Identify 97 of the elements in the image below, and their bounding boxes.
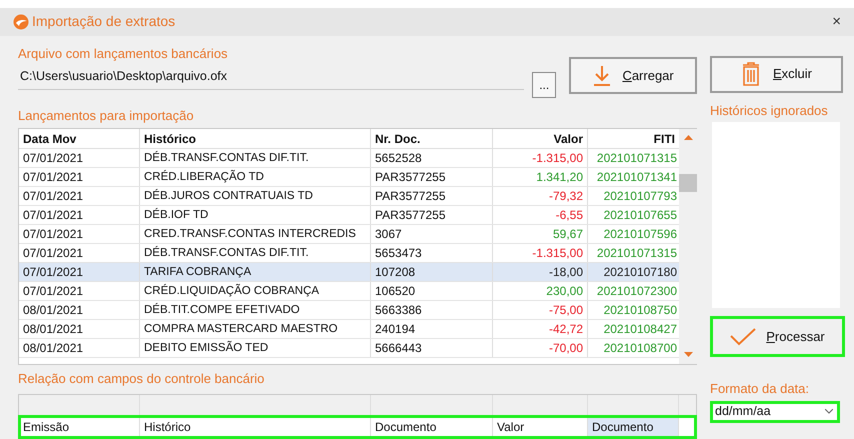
table-row[interactable]: 07/01/2021 DÉB.IOF TD PAR3577255 -6,55 20210107655	[19, 206, 679, 224]
table-cell: 07/01/2021	[19, 148, 140, 166]
column-header[interactable]: FITI	[588, 128, 679, 148]
table-cell: 07/01/2021	[19, 186, 140, 204]
table-row[interactable]: 07/01/2021 CRED.TRANSF.CONTAS INTERCREDIS 3067 59,67 20210107596	[19, 224, 679, 244]
table-row[interactable]: 07/01/2021 CRÉD.LIQUIDAÇÃO COBRANÇA 106520 230,00 202101072300	[19, 282, 679, 300]
table-cell: COMPRA MASTERCARD MAESTRO	[140, 320, 371, 338]
table-cell: 5666443	[371, 338, 493, 356]
close-button[interactable]: ×	[832, 10, 841, 33]
table-cell: 07/01/2021	[19, 244, 140, 262]
table-row[interactable]: 08/01/2021 COMPRA MASTERCARD MAESTRO 240194 -42,72 20210108427	[19, 320, 679, 338]
scrollbar[interactable]	[679, 128, 697, 364]
table-cell-text: 202101071315	[596, 244, 678, 262]
table-cell-text: 202101072300	[596, 282, 678, 300]
table-cell-text: 20210107180	[602, 264, 678, 280]
mapping-cell[interactable]: Histórico	[140, 416, 371, 438]
table-cell: 3067	[371, 224, 493, 242]
table-cell: 230,00	[493, 282, 588, 300]
checkmark-icon	[730, 328, 756, 346]
table-cell: 240194	[371, 320, 493, 338]
table-cell: DÉB.TRANSF.CONTAS DIF.TIT.	[140, 244, 371, 262]
date-format-dropdown[interactable]: dd/mm/aa	[710, 400, 840, 422]
table-cell: 07/01/2021	[19, 206, 140, 224]
mapping-row[interactable]: Emissão Histórico Documento Valor Documento	[19, 416, 696, 438]
chevron-down-icon	[825, 409, 833, 414]
table-cell: 07/01/2021	[19, 282, 140, 300]
download-icon	[592, 64, 612, 86]
table-row[interactable]: 08/01/2021 DÉB.TIT.COMPE EFETIVADO 5663386 -75,00 20210108750	[19, 300, 679, 320]
table-cell: PAR3577255	[371, 168, 493, 186]
table-cell: 08/01/2021	[19, 338, 140, 356]
table-cell: 07/01/2021	[19, 262, 140, 280]
table-cell-text: 202101071341	[596, 168, 678, 186]
table-row[interactable]: 07/01/2021 DÉB.TRANSF.CONTAS DIF.TIT. 5652528 -1.315,00 202101071315	[19, 148, 679, 168]
table-cell: -70,00	[493, 338, 588, 356]
table-cell: PAR3577255	[371, 206, 493, 224]
table-cell: 08/01/2021	[19, 320, 140, 338]
scroll-up-icon[interactable]	[684, 134, 692, 140]
table-row[interactable]: 08/01/2021 DEBITO EMISSÃO TED 5666443 -70,00 20210108700	[19, 338, 679, 358]
table-cell-text: 20210107596	[602, 226, 678, 242]
section-label: Históricos ignorados	[710, 102, 829, 120]
table-cell: -1.315,00	[493, 244, 588, 262]
table-cell-text: 20210108427	[602, 320, 678, 338]
file-path-field[interactable]: C:\Users\usuario\Desktop\arquivo.ofx	[18, 67, 524, 90]
column-header[interactable]: Nr. Doc.	[371, 128, 493, 148]
table-cell: 107208	[371, 262, 493, 280]
table-cell: 59,67	[493, 224, 588, 242]
table-cell: 07/01/2021	[19, 224, 140, 242]
table-cell: CRÉD.LIQUIDAÇÃO COBRANÇA	[140, 282, 371, 300]
table-cell-text: 20210107655	[602, 206, 678, 224]
table-cell: -42,72	[493, 320, 588, 338]
process-button[interactable]: Processar	[710, 316, 845, 357]
mapping-cell[interactable]: Documento	[371, 416, 493, 438]
table-cell: DÉB.JUROS CONTRATUAIS TD	[140, 186, 371, 204]
section-label: Relação com campos do controle bancário	[18, 370, 266, 388]
column-header[interactable]: Histórico	[140, 128, 371, 148]
table-cell: CRED.TRANSF.CONTAS INTERCREDIS	[140, 224, 371, 242]
table-cell: 07/01/2021	[19, 168, 140, 186]
app-logo-icon	[13, 14, 29, 30]
scroll-down-icon[interactable]	[684, 352, 692, 356]
table-cell: -18,00	[493, 262, 588, 280]
table-cell: -1.315,00	[493, 148, 588, 166]
column-header[interactable]: Data Mov	[19, 128, 140, 148]
table-row[interactable]: 07/01/2021 CRÉD.LIBERAÇÃO TD PAR3577255 1.341,20 202101071341	[19, 168, 679, 186]
section-label: Lançamentos para importação	[18, 107, 195, 125]
mapping-cell[interactable]: Documento	[588, 416, 679, 438]
window-title: Importação de extratos	[32, 12, 176, 32]
browse-button[interactable]: ...	[532, 72, 556, 98]
section-label: Arquivo com lançamentos bancários	[18, 44, 229, 63]
table-cell: 1.341,20	[493, 168, 588, 186]
table-cell: 5663386	[371, 300, 493, 318]
table-row[interactable]: 07/01/2021 DÉB.JUROS CONTRATUAIS TD PAR3577255 -79,32 20210107793	[19, 186, 679, 206]
table-cell: 5653473	[371, 244, 493, 262]
table-cell: DÉB.TRANSF.CONTAS DIF.TIT.	[140, 148, 371, 166]
table-cell: CRÉD.LIBERAÇÃO TD	[140, 168, 371, 186]
field-label: Formato da data:	[710, 380, 810, 398]
table-cell: DEBITO EMISSÃO TED	[140, 338, 371, 356]
table-cell: 106520	[371, 282, 493, 300]
table-cell-text: 20210108750	[602, 302, 678, 318]
table-cell: DÉB.IOF TD	[140, 206, 371, 224]
table-cell: -75,00	[493, 300, 588, 318]
table-cell: PAR3577255	[371, 186, 493, 204]
table-cell: 08/01/2021	[19, 300, 140, 318]
trash-icon	[740, 61, 761, 87]
table-row[interactable]: 07/01/2021 TARIFA COBRANÇA 107208 -18,00 20210107180	[19, 262, 679, 282]
table-cell: DÉB.TIT.COMPE EFETIVADO	[140, 300, 371, 318]
table-cell: TARIFA COBRANÇA	[140, 262, 371, 280]
table-cell: 5652528	[371, 148, 493, 166]
table-cell: -79,32	[493, 186, 588, 204]
table-cell-text: 20210107793	[602, 188, 678, 204]
table-cell-text: 20210108700	[602, 340, 678, 356]
mapping-cell[interactable]: Emissão	[19, 416, 140, 438]
delete-button[interactable]: Excluir	[710, 56, 843, 92]
table-cell: -6,55	[493, 206, 588, 224]
column-header[interactable]: Valor	[493, 128, 588, 148]
load-button[interactable]: Carregar	[569, 57, 697, 94]
table-cell-text: 202101071315	[596, 150, 678, 166]
scroll-thumb[interactable]	[679, 174, 697, 192]
